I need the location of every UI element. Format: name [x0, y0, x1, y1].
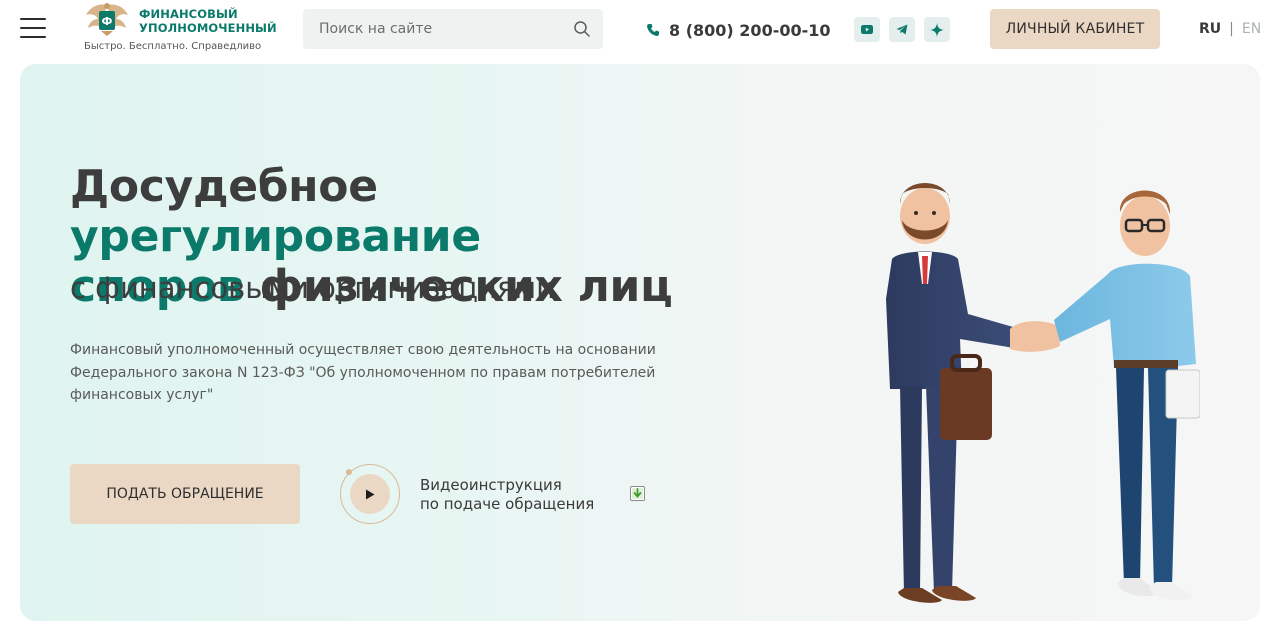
phone-icon: [647, 24, 659, 36]
play-icon: [366, 489, 375, 499]
download-icon[interactable]: [630, 486, 645, 501]
search-icon[interactable]: [573, 20, 591, 38]
phone-link[interactable]: 8 (800) 200-00-10: [646, 19, 831, 41]
submit-appeal-button[interactable]: ПОДАТЬ ОБРАЩЕНИЕ: [70, 464, 300, 524]
video-instruction-text: Видеоинструкция по подаче обращения: [420, 476, 595, 513]
language-switcher: RU | EN: [1199, 21, 1261, 37]
hero-description: Финансовый уполномоченный осуществляет с…: [70, 342, 656, 403]
search-box: [303, 9, 603, 49]
video-ring-dot: [346, 469, 352, 475]
sparkle-link[interactable]: [924, 17, 950, 42]
youtube-link[interactable]: [854, 17, 880, 42]
logo-title: ФИНАНСОВЫЙ УПОЛНОМОЧЕННЫЙ: [139, 7, 277, 35]
personal-account-button[interactable]: ЛИЧНЫЙ КАБИНЕТ: [990, 9, 1160, 49]
telegram-icon: [896, 24, 908, 35]
site-logo[interactable]: Ф ФИНАНСОВЫЙ УПОЛНОМОЧЕННЫЙ Быстро. Бесп…: [82, 1, 277, 57]
youtube-icon: [861, 25, 873, 34]
lang-ru-link[interactable]: RU: [1199, 21, 1221, 37]
svg-text:Ф: Ф: [102, 15, 113, 28]
hero-subtitle: с финансовыми организациями: [70, 271, 556, 305]
site-header: Ф ФИНАНСОВЫЙ УПОЛНОМОЧЕННЫЙ Быстро. Бесп…: [0, 0, 1275, 60]
social-links: [854, 17, 950, 42]
lang-en-link[interactable]: EN: [1242, 21, 1261, 37]
search-input[interactable]: [303, 9, 563, 49]
hero-banner: Досудебное урегулирование споров физичес…: [20, 64, 1260, 621]
sparkle-icon: [930, 22, 944, 37]
phone-number: 8 (800) 200-00-10: [669, 20, 831, 40]
telegram-link[interactable]: [889, 17, 915, 42]
logo-slogan: Быстро. Бесплатно. Справедливо: [84, 41, 262, 52]
handshake-illustration: [886, 183, 1200, 603]
play-button[interactable]: [350, 474, 390, 514]
eagle-emblem-icon: Ф: [86, 3, 128, 36]
video-instruction-link[interactable]: Видеоинструкция по подаче обращения: [338, 462, 648, 526]
menu-burger-icon[interactable]: [20, 17, 46, 39]
lang-separator: |: [1229, 21, 1234, 37]
